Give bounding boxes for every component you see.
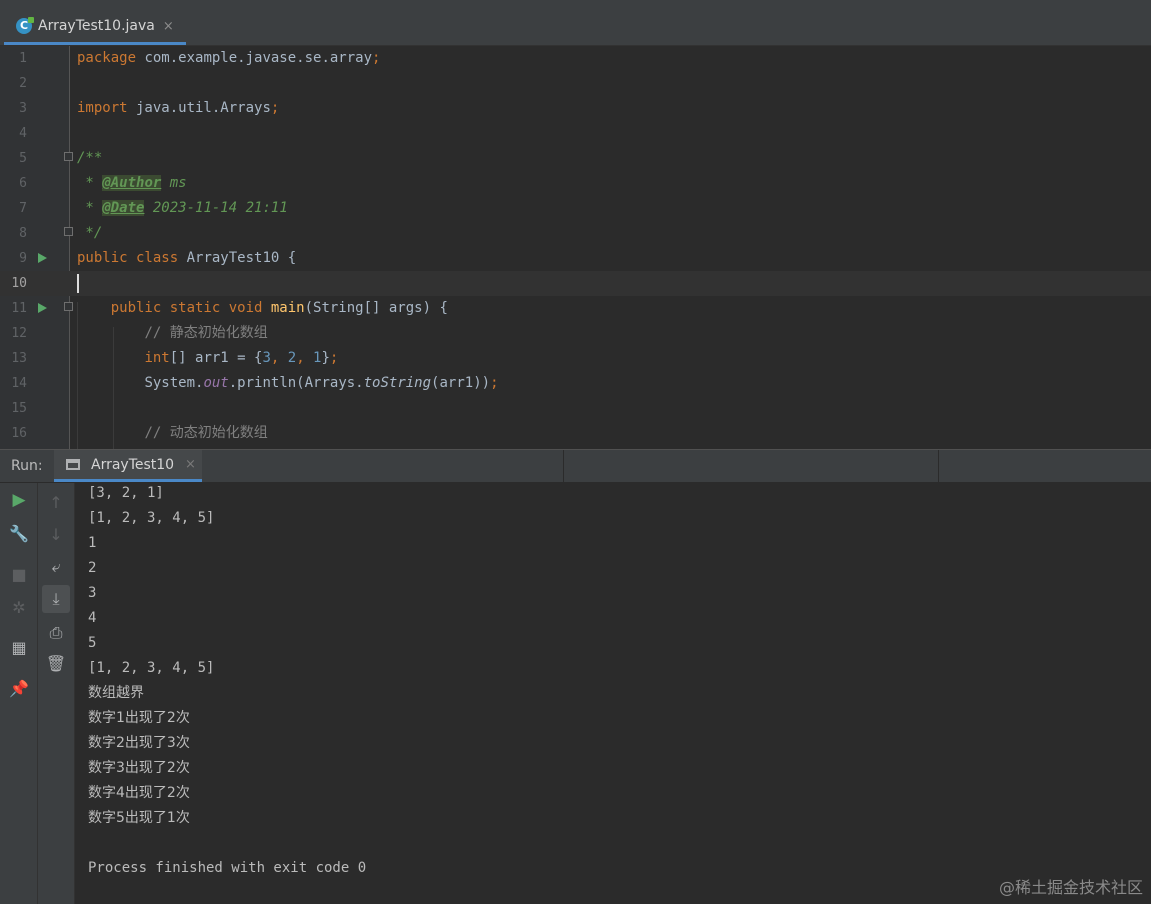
line-number: 8: [19, 226, 27, 241]
stop-icon[interactable]: ■: [5, 560, 33, 588]
line-number: 7: [19, 201, 27, 216]
run-gutter-icon[interactable]: [38, 303, 47, 313]
code-text: int[] arr1 = {3, 2, 1};: [144, 350, 339, 366]
fold-icon[interactable]: [64, 302, 73, 311]
fold-icon[interactable]: [64, 227, 73, 236]
code-text: * @Author ms: [77, 175, 187, 191]
pin-icon[interactable]: 📌: [5, 674, 33, 702]
line-number: 6: [19, 176, 27, 191]
layout-icon[interactable]: ▦: [5, 633, 33, 661]
code-line: 7 * @Date 2023-11-14 21:11: [0, 196, 1151, 221]
soft-wrap-icon[interactable]: ⤶: [42, 553, 70, 581]
code-text: System.out.println(Arrays.toString(arr1)…: [144, 375, 499, 391]
watermark: @稀土掘金技术社区: [998, 878, 1143, 897]
print-icon[interactable]: ⎙: [42, 619, 70, 647]
code-editor[interactable]: 1 package com.example.javase.se.array; 2…: [0, 46, 1151, 449]
console-line: 数字2出现了3次: [88, 735, 190, 751]
code-line: 14 System.out.println(Arrays.toString(ar…: [0, 371, 1151, 396]
code-text: package com.example.javase.se.array;: [77, 50, 381, 66]
console-line: 2: [88, 560, 97, 576]
run-gutter-icon[interactable]: [38, 253, 47, 263]
header-divider: [938, 450, 939, 483]
run-label: Run:: [11, 458, 43, 474]
console-toolbar: ↑ ↓ ⤶ ⤓ ⎙ 🗑: [38, 483, 75, 904]
close-tab-icon[interactable]: ×: [163, 19, 174, 34]
code-line-current: 10: [0, 271, 1151, 296]
console-line: Process finished with exit code 0: [88, 860, 367, 876]
console-line: 数字1出现了2次: [88, 710, 190, 726]
console-icon: [66, 459, 80, 470]
line-number: 11: [11, 301, 27, 316]
console-line: 3: [88, 585, 97, 601]
code-line: 2: [0, 71, 1151, 96]
editor-tab-filename: ArrayTest10.java: [38, 18, 155, 34]
scroll-to-end-icon[interactable]: ⤓: [42, 585, 70, 613]
code-line: 8 */: [0, 221, 1151, 246]
console-line: 数字3出现了2次: [88, 760, 190, 776]
console-line: 1: [88, 535, 97, 551]
code-text: public class ArrayTest10 {: [77, 250, 297, 266]
code-line: 3 import java.util.Arrays;: [0, 96, 1151, 121]
header-divider: [563, 450, 564, 483]
code-text: // 静态初始化数组: [144, 325, 268, 341]
code-line: 15: [0, 396, 1151, 421]
line-number: 3: [19, 101, 27, 116]
console-line: 4: [88, 610, 97, 626]
editor-tab-arraytest10[interactable]: C ArrayTest10.java ×: [4, 10, 186, 45]
code-line: 13 int[] arr1 = {3, 2, 1};: [0, 346, 1151, 371]
code-line: 11 public static void main(String[] args…: [0, 296, 1151, 321]
line-number: 4: [19, 126, 27, 141]
trash-icon[interactable]: 🗑: [42, 649, 70, 677]
code-line: 4: [0, 121, 1151, 146]
debug-icon[interactable]: ✲: [5, 593, 33, 621]
line-number: 9: [19, 251, 27, 266]
code-line: 6 * @Author ms: [0, 171, 1151, 196]
up-arrow-icon[interactable]: ↑: [42, 488, 70, 516]
console-line: 数字5出现了1次: [88, 810, 190, 826]
fold-icon[interactable]: [64, 152, 73, 161]
line-number: 14: [11, 376, 27, 391]
editor-tab-bar: C ArrayTest10.java ×: [0, 10, 1151, 46]
line-number: 2: [19, 76, 27, 91]
line-number: 12: [11, 326, 27, 341]
run-tool-window-header: Run: ArrayTest10 ×: [0, 449, 1151, 483]
close-run-tab-icon[interactable]: ×: [185, 457, 196, 472]
run-tab-label: ArrayTest10: [91, 457, 175, 473]
java-class-icon: C: [16, 17, 34, 34]
console-line: [1, 2, 3, 4, 5]: [88, 660, 215, 676]
code-text: public static void main(String[] args) {: [110, 300, 448, 316]
line-number: 5: [19, 151, 27, 166]
wrench-icon[interactable]: 🔧: [5, 519, 33, 547]
line-number: 16: [11, 426, 27, 441]
code-text: */: [77, 225, 103, 241]
line-number: 10: [11, 276, 27, 291]
code-text: * @Date 2023-11-14 21:11: [77, 200, 288, 216]
down-arrow-icon[interactable]: ↓: [42, 520, 70, 548]
code-text: // 动态初始化数组: [144, 425, 268, 441]
console-line: 数组越界: [88, 685, 144, 701]
text-caret: [77, 274, 79, 293]
rerun-icon[interactable]: ▶: [5, 486, 33, 514]
code-line: 1 package com.example.javase.se.array;: [0, 46, 1151, 71]
line-number: 15: [11, 401, 27, 416]
code-line: 9 public class ArrayTest10 {: [0, 246, 1151, 271]
line-number: 1: [19, 51, 27, 66]
code-text: /**: [77, 150, 103, 166]
code-line: 12 // 静态初始化数组: [0, 321, 1151, 346]
run-toolbar: ▶ 🔧 ■ ✲ ▦ 📌: [0, 483, 38, 904]
code-line: 16 // 动态初始化数组: [0, 421, 1151, 446]
console-line: [3, 2, 1]: [88, 485, 164, 501]
console-line: 数字4出现了2次: [88, 785, 190, 801]
line-number: 13: [11, 351, 27, 366]
console-output[interactable]: [3, 2, 1] [1, 2, 3, 4, 5] 1 2 3 4 5 [1, …: [75, 483, 1151, 904]
code-text: import java.util.Arrays;: [77, 100, 280, 116]
run-tab-arraytest10[interactable]: ArrayTest10 ×: [54, 450, 202, 482]
window-top-strip: [0, 0, 1151, 10]
console-line: 5: [88, 635, 97, 651]
console-line: [1, 2, 3, 4, 5]: [88, 510, 215, 526]
code-line: 5 /**: [0, 146, 1151, 171]
